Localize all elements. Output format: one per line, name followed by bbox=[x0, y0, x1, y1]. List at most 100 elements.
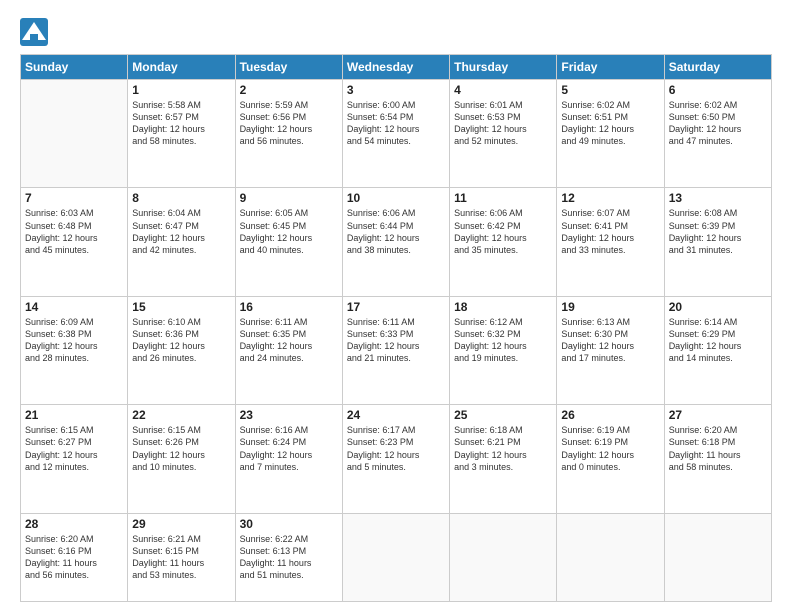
calendar-header-wednesday: Wednesday bbox=[342, 55, 449, 80]
calendar-cell: 7 Sunrise: 6:03 AM Sunset: 6:48 PM Daylig… bbox=[21, 188, 128, 296]
day-info: Sunrise: 6:01 AM Sunset: 6:53 PM Dayligh… bbox=[454, 99, 552, 148]
calendar-cell: 19 Sunrise: 6:13 AM Sunset: 6:30 PM Dayli… bbox=[557, 296, 664, 404]
day-info: Sunrise: 6:17 AM Sunset: 6:23 PM Dayligh… bbox=[347, 424, 445, 473]
day-info: Sunrise: 6:03 AM Sunset: 6:48 PM Dayligh… bbox=[25, 207, 123, 256]
day-info: Sunrise: 5:58 AM Sunset: 6:57 PM Dayligh… bbox=[132, 99, 230, 148]
day-info: Sunrise: 5:59 AM Sunset: 6:56 PM Dayligh… bbox=[240, 99, 338, 148]
day-info: Sunrise: 6:12 AM Sunset: 6:32 PM Dayligh… bbox=[454, 316, 552, 365]
calendar-header-saturday: Saturday bbox=[664, 55, 771, 80]
calendar-week-row: 28 Sunrise: 6:20 AM Sunset: 6:16 PM Dayli… bbox=[21, 513, 772, 601]
calendar-cell: 5 Sunrise: 6:02 AM Sunset: 6:51 PM Daylig… bbox=[557, 80, 664, 188]
day-number: 22 bbox=[132, 408, 230, 422]
day-number: 28 bbox=[25, 517, 123, 531]
calendar-week-row: 14 Sunrise: 6:09 AM Sunset: 6:38 PM Dayli… bbox=[21, 296, 772, 404]
day-info: Sunrise: 6:13 AM Sunset: 6:30 PM Dayligh… bbox=[561, 316, 659, 365]
day-info: Sunrise: 6:09 AM Sunset: 6:38 PM Dayligh… bbox=[25, 316, 123, 365]
calendar-table: SundayMondayTuesdayWednesdayThursdayFrid… bbox=[20, 54, 772, 602]
day-info: Sunrise: 6:18 AM Sunset: 6:21 PM Dayligh… bbox=[454, 424, 552, 473]
day-number: 4 bbox=[454, 83, 552, 97]
calendar-cell: 1 Sunrise: 5:58 AM Sunset: 6:57 PM Daylig… bbox=[128, 80, 235, 188]
calendar-header-monday: Monday bbox=[128, 55, 235, 80]
day-number: 23 bbox=[240, 408, 338, 422]
day-number: 7 bbox=[25, 191, 123, 205]
calendar-cell: 26 Sunrise: 6:19 AM Sunset: 6:19 PM Dayli… bbox=[557, 405, 664, 513]
day-info: Sunrise: 6:20 AM Sunset: 6:16 PM Dayligh… bbox=[25, 533, 123, 582]
day-info: Sunrise: 6:16 AM Sunset: 6:24 PM Dayligh… bbox=[240, 424, 338, 473]
logo bbox=[20, 18, 50, 46]
calendar-cell: 4 Sunrise: 6:01 AM Sunset: 6:53 PM Daylig… bbox=[450, 80, 557, 188]
calendar-cell: 17 Sunrise: 6:11 AM Sunset: 6:33 PM Dayli… bbox=[342, 296, 449, 404]
day-number: 9 bbox=[240, 191, 338, 205]
day-number: 30 bbox=[240, 517, 338, 531]
day-info: Sunrise: 6:11 AM Sunset: 6:33 PM Dayligh… bbox=[347, 316, 445, 365]
calendar-week-row: 1 Sunrise: 5:58 AM Sunset: 6:57 PM Daylig… bbox=[21, 80, 772, 188]
calendar-cell bbox=[664, 513, 771, 601]
calendar-cell: 9 Sunrise: 6:05 AM Sunset: 6:45 PM Daylig… bbox=[235, 188, 342, 296]
day-number: 6 bbox=[669, 83, 767, 97]
day-number: 21 bbox=[25, 408, 123, 422]
calendar-cell: 28 Sunrise: 6:20 AM Sunset: 6:16 PM Dayli… bbox=[21, 513, 128, 601]
day-info: Sunrise: 6:14 AM Sunset: 6:29 PM Dayligh… bbox=[669, 316, 767, 365]
day-number: 1 bbox=[132, 83, 230, 97]
calendar-header-row: SundayMondayTuesdayWednesdayThursdayFrid… bbox=[21, 55, 772, 80]
calendar-cell: 11 Sunrise: 6:06 AM Sunset: 6:42 PM Dayli… bbox=[450, 188, 557, 296]
day-info: Sunrise: 6:21 AM Sunset: 6:15 PM Dayligh… bbox=[132, 533, 230, 582]
day-number: 19 bbox=[561, 300, 659, 314]
calendar-cell: 25 Sunrise: 6:18 AM Sunset: 6:21 PM Dayli… bbox=[450, 405, 557, 513]
day-number: 24 bbox=[347, 408, 445, 422]
calendar-header-tuesday: Tuesday bbox=[235, 55, 342, 80]
day-number: 14 bbox=[25, 300, 123, 314]
calendar-cell: 21 Sunrise: 6:15 AM Sunset: 6:27 PM Dayli… bbox=[21, 405, 128, 513]
day-number: 8 bbox=[132, 191, 230, 205]
calendar-cell: 10Sunrise: 6:06 AM Sunset: 6:44 PM Dayli… bbox=[342, 188, 449, 296]
day-number: 16 bbox=[240, 300, 338, 314]
calendar-cell bbox=[21, 80, 128, 188]
calendar-cell: 8 Sunrise: 6:04 AM Sunset: 6:47 PM Daylig… bbox=[128, 188, 235, 296]
day-number: 11 bbox=[454, 191, 552, 205]
calendar-header-sunday: Sunday bbox=[21, 55, 128, 80]
calendar-cell: 3Sunrise: 6:00 AM Sunset: 6:54 PM Daylig… bbox=[342, 80, 449, 188]
day-info: Sunrise: 6:05 AM Sunset: 6:45 PM Dayligh… bbox=[240, 207, 338, 256]
calendar-cell: 24 Sunrise: 6:17 AM Sunset: 6:23 PM Dayli… bbox=[342, 405, 449, 513]
day-info: Sunrise: 6:06 AM Sunset: 6:42 PM Dayligh… bbox=[454, 207, 552, 256]
day-number: 5 bbox=[561, 83, 659, 97]
calendar-header-friday: Friday bbox=[557, 55, 664, 80]
calendar-cell: 23 Sunrise: 6:16 AM Sunset: 6:24 PM Dayli… bbox=[235, 405, 342, 513]
day-info: Sunrise: 6:00 AM Sunset: 6:54 PM Dayligh… bbox=[347, 99, 445, 148]
day-info: Sunrise: 6:08 AM Sunset: 6:39 PM Dayligh… bbox=[669, 207, 767, 256]
day-number: 17 bbox=[347, 300, 445, 314]
calendar-cell: 27 Sunrise: 6:20 AM Sunset: 6:18 PM Dayli… bbox=[664, 405, 771, 513]
calendar-cell: 20 Sunrise: 6:14 AM Sunset: 6:29 PM Dayli… bbox=[664, 296, 771, 404]
day-number: 2 bbox=[240, 83, 338, 97]
calendar-cell: 30 Sunrise: 6:22 AM Sunset: 6:13 PM Dayli… bbox=[235, 513, 342, 601]
day-number: 26 bbox=[561, 408, 659, 422]
day-info: Sunrise: 6:02 AM Sunset: 6:51 PM Dayligh… bbox=[561, 99, 659, 148]
calendar-cell: 12 Sunrise: 6:07 AM Sunset: 6:41 PM Dayli… bbox=[557, 188, 664, 296]
day-info: Sunrise: 6:15 AM Sunset: 6:27 PM Dayligh… bbox=[25, 424, 123, 473]
day-number: 15 bbox=[132, 300, 230, 314]
day-number: 12 bbox=[561, 191, 659, 205]
day-number: 20 bbox=[669, 300, 767, 314]
day-info: Sunrise: 6:07 AM Sunset: 6:41 PM Dayligh… bbox=[561, 207, 659, 256]
calendar-cell: 18Sunrise: 6:12 AM Sunset: 6:32 PM Dayli… bbox=[450, 296, 557, 404]
day-number: 10 bbox=[347, 191, 445, 205]
calendar-header-thursday: Thursday bbox=[450, 55, 557, 80]
day-number: 25 bbox=[454, 408, 552, 422]
day-info: Sunrise: 6:15 AM Sunset: 6:26 PM Dayligh… bbox=[132, 424, 230, 473]
calendar-cell bbox=[557, 513, 664, 601]
calendar-cell: 13 Sunrise: 6:08 AM Sunset: 6:39 PM Dayli… bbox=[664, 188, 771, 296]
day-info: Sunrise: 6:22 AM Sunset: 6:13 PM Dayligh… bbox=[240, 533, 338, 582]
day-info: Sunrise: 6:19 AM Sunset: 6:19 PM Dayligh… bbox=[561, 424, 659, 473]
calendar-page: SundayMondayTuesdayWednesdayThursdayFrid… bbox=[0, 0, 792, 612]
calendar-cell: 15Sunrise: 6:10 AM Sunset: 6:36 PM Dayli… bbox=[128, 296, 235, 404]
day-number: 27 bbox=[669, 408, 767, 422]
calendar-week-row: 7 Sunrise: 6:03 AM Sunset: 6:48 PM Daylig… bbox=[21, 188, 772, 296]
calendar-cell bbox=[450, 513, 557, 601]
day-info: Sunrise: 6:20 AM Sunset: 6:18 PM Dayligh… bbox=[669, 424, 767, 473]
calendar-cell: 6Sunrise: 6:02 AM Sunset: 6:50 PM Daylig… bbox=[664, 80, 771, 188]
day-number: 13 bbox=[669, 191, 767, 205]
calendar-cell: 14 Sunrise: 6:09 AM Sunset: 6:38 PM Dayli… bbox=[21, 296, 128, 404]
calendar-cell: 2 Sunrise: 5:59 AM Sunset: 6:56 PM Daylig… bbox=[235, 80, 342, 188]
calendar-cell: 29Sunrise: 6:21 AM Sunset: 6:15 PM Dayli… bbox=[128, 513, 235, 601]
day-info: Sunrise: 6:04 AM Sunset: 6:47 PM Dayligh… bbox=[132, 207, 230, 256]
